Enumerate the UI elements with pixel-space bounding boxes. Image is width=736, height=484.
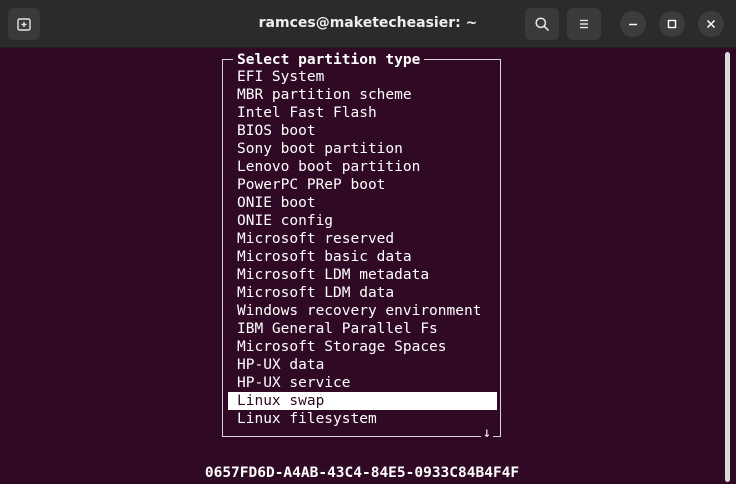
- terminal-scrollbar[interactable]: [725, 52, 730, 482]
- maximize-icon: [667, 19, 677, 29]
- scroll-down-indicator: ↓: [481, 425, 493, 441]
- partition-type-item[interactable]: HP-UX data: [228, 356, 497, 374]
- partition-type-item[interactable]: Lenovo boot partition: [228, 158, 497, 176]
- partition-type-item[interactable]: MBR partition scheme: [228, 86, 497, 104]
- partition-type-item[interactable]: ONIE config: [228, 212, 497, 230]
- partition-type-item[interactable]: BIOS boot: [228, 122, 497, 140]
- close-icon: [706, 19, 716, 29]
- hamburger-menu-icon: [580, 19, 588, 29]
- partition-type-item[interactable]: Microsoft Storage Spaces: [228, 338, 497, 356]
- partition-type-item[interactable]: Windows recovery environment: [228, 302, 497, 320]
- partition-type-item[interactable]: Linux swap: [228, 392, 497, 410]
- dialog-title: Select partition type: [233, 51, 425, 69]
- partition-type-item[interactable]: ONIE boot: [228, 194, 497, 212]
- terminal-area[interactable]: Select partition type EFI System MBR part…: [0, 48, 736, 484]
- terminal-window: ramces@maketecheasier: ~ Select partitio…: [0, 0, 736, 484]
- partition-type-item[interactable]: Sony boot partition: [228, 140, 497, 158]
- search-button[interactable]: [525, 8, 559, 40]
- partition-type-item[interactable]: PowerPC PReP boot: [228, 176, 497, 194]
- partition-type-item[interactable]: Linux filesystem: [228, 410, 497, 428]
- maximize-button[interactable]: [659, 11, 685, 37]
- minimize-icon: [629, 23, 637, 26]
- close-button[interactable]: [698, 11, 724, 37]
- partition-type-item[interactable]: Microsoft reserved: [228, 230, 497, 248]
- partition-type-item[interactable]: HP-UX service: [228, 374, 497, 392]
- partition-type-item[interactable]: Microsoft basic data: [228, 248, 497, 266]
- partition-type-item[interactable]: Intel Fast Flash: [228, 104, 497, 122]
- partition-type-item[interactable]: Microsoft LDM data: [228, 284, 497, 302]
- menu-button[interactable]: [567, 8, 601, 40]
- partition-type-dialog: Select partition type EFI System MBR part…: [222, 51, 501, 441]
- partition-type-item[interactable]: Microsoft LDM metadata: [228, 266, 497, 284]
- partition-type-list[interactable]: EFI System MBR partition scheme Intel Fast…: [228, 68, 497, 428]
- search-icon: [535, 17, 549, 31]
- partition-type-item[interactable]: IBM General Parallel Fs: [228, 320, 497, 338]
- partition-type-item[interactable]: EFI System: [228, 68, 497, 86]
- partition-type-uuid: 0657FD6D-A4AB-43C4-84E5-0933C84B4F4F: [204, 465, 520, 481]
- title-bar: ramces@maketecheasier: ~: [0, 0, 736, 48]
- minimize-button[interactable]: [620, 11, 646, 37]
